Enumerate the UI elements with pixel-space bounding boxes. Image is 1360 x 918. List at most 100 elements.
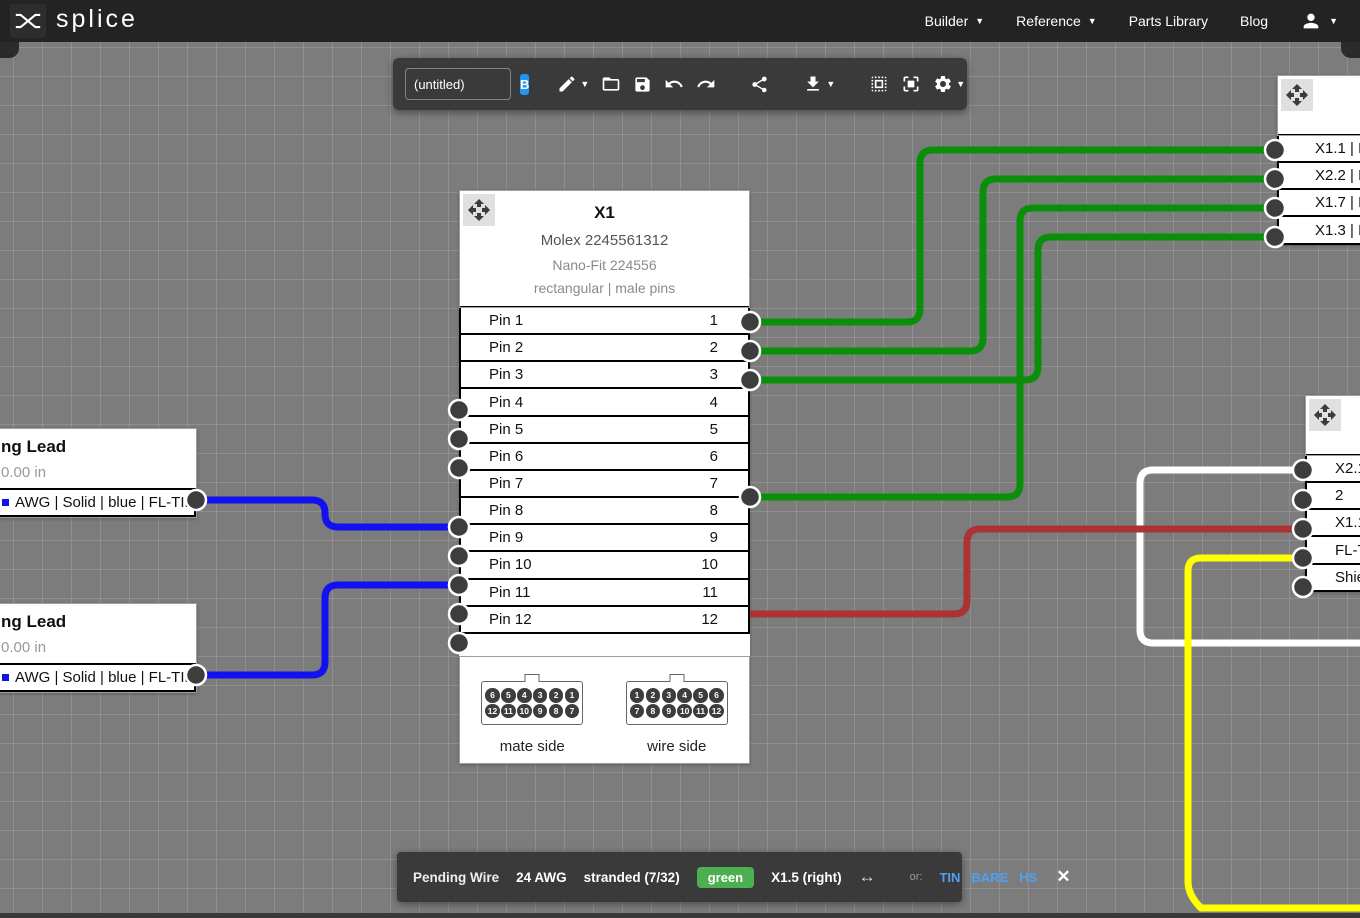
pin-dot[interactable] [449,604,469,624]
pin-dot[interactable] [449,517,469,537]
pin-dot[interactable] [1265,169,1285,189]
option-bare[interactable]: BARE [971,870,1008,885]
pin-dot[interactable] [449,400,469,420]
connector-key-tab [669,674,684,682]
pin-row[interactable]: Pin 11 [459,306,750,335]
harness-title-input[interactable] [405,68,511,100]
net-rows: X2.1 |2X1.1 |FL-TINShield [1305,454,1360,592]
pin-dot[interactable] [1293,490,1313,510]
schematic-canvas[interactable]: B ▼ ▼ [0,42,1360,918]
gear-icon [933,74,953,94]
cavity-6: 6 [485,688,500,703]
pin-row[interactable]: Pin 55 [459,415,750,444]
cavity-6: 6 [709,688,724,703]
lead-length: 0.00 in [0,457,196,490]
net-row[interactable]: X1.3 | N/A [1277,215,1360,244]
lead-wire-row[interactable]: AWG | Solid | blue | FL-TIN [0,488,196,517]
undo-button[interactable] [658,66,690,102]
connector-name: X1 [460,191,749,223]
connector-block-x1: X1 Molex 2245561312 Nano-Fit 224556 rect… [459,190,750,764]
pin-dot[interactable] [1293,460,1313,480]
net-row[interactable]: X2.2 | N/A [1277,161,1360,190]
pin-dot[interactable] [449,633,469,653]
pin-dot[interactable] [1265,227,1285,247]
splice-logo[interactable]: splice [0,4,138,38]
redo-button[interactable] [690,66,722,102]
net-row[interactable]: X1.1 | N/A [1277,134,1360,163]
folder-icon [601,74,621,94]
fit-view-button[interactable] [895,66,927,102]
pin-dot[interactable] [449,458,469,478]
pin-dot[interactable] [740,312,760,332]
wire-side-diagram: 123456789101112 [626,681,728,725]
nav-reference[interactable]: Reference▼ [1016,13,1097,29]
edit-button[interactable]: ▼ [551,66,595,102]
wire-endpoint: X1.5 (right) [771,870,842,885]
lead-length: 0.00 in [0,632,196,665]
flying-lead-block-1: ng Lead 0.00 in AWG | Solid | blue | FL-… [0,428,197,518]
connector-block-top-right: X1.1 | N/AX2.2 | N/AX1.7 | N/AX1.3 | N/A [1277,75,1360,245]
pin-row[interactable]: Pin 22 [459,333,750,362]
pin-dot[interactable] [740,370,760,390]
x1-header: X1 Molex 2245561312 Nano-Fit 224556 rect… [459,190,750,308]
pin-dot[interactable] [186,490,206,510]
cavity-5: 5 [693,688,708,703]
block-header [1277,75,1360,136]
pin-dot[interactable] [1293,577,1313,597]
person-icon [1300,10,1322,32]
move-handle[interactable] [463,194,495,226]
pin-row[interactable]: Pin 1212 [459,605,750,634]
share-button[interactable] [744,66,775,102]
pin-dot[interactable] [1265,198,1285,218]
cavity-3: 3 [533,688,548,703]
select-all-button[interactable] [863,66,895,102]
nav-builder[interactable]: Builder▼ [925,13,985,29]
pin-row[interactable]: Pin 66 [459,442,750,471]
pin-row[interactable]: Pin 77 [459,469,750,498]
pin-row[interactable]: Pin 33 [459,360,750,389]
pin-dot[interactable] [740,487,760,507]
connector-mpn: Molex 2245561312 [460,232,749,249]
move-handle[interactable] [1281,79,1313,111]
close-icon[interactable]: ✕ [1056,867,1070,887]
pin-row[interactable]: Pin 1111 [459,578,750,607]
save-button[interactable] [627,66,658,102]
settings-button[interactable]: ▼ [927,66,971,102]
chevron-down-icon: ▼ [956,79,965,89]
pin-row[interactable]: Pin 1010 [459,550,750,579]
pin-dot[interactable] [1293,519,1313,539]
cavity-10: 10 [517,704,532,719]
pin-row[interactable]: Pin 99 [459,523,750,552]
beta-badge[interactable]: B [520,74,529,95]
pin-dot[interactable] [1293,548,1313,568]
pin-dot[interactable] [186,665,206,685]
nav-parts-library[interactable]: Parts Library [1129,13,1208,29]
connector-desc: rectangular | male pins [460,280,749,296]
pin-row[interactable]: Pin 88 [459,496,750,525]
open-button[interactable] [595,66,627,102]
pin-dot[interactable] [1265,140,1285,160]
option-hs[interactable]: HS [1019,870,1037,885]
download-button[interactable]: ▼ [797,66,841,102]
flying-lead-block-2: ng Lead 0.00 in AWG | Solid | blue | FL-… [0,603,197,693]
wire-stranding: stranded (7/32) [584,870,680,885]
net-row[interactable]: X1.7 | N/A [1277,188,1360,217]
move-handle[interactable] [1309,399,1341,431]
connector-views: 654321121110987 mate side 12345678910111… [459,656,750,764]
logo-wordmark: splice [56,5,138,34]
pin-dot[interactable] [740,341,760,361]
pending-wire-label: Pending Wire [413,870,499,885]
pin-dot[interactable] [449,575,469,595]
pin-row[interactable]: Pin 44 [459,387,750,416]
cavity-1: 1 [565,688,580,703]
cavity-9: 9 [662,704,677,719]
pin-dot[interactable] [449,546,469,566]
fit-view-icon [901,74,921,94]
nav-blog[interactable]: Blog [1240,13,1268,29]
option-tin[interactable]: TIN [939,870,960,885]
account-menu[interactable]: ▼ [1300,10,1338,32]
lead-title: ng Lead [0,429,196,457]
lead-wire-row[interactable]: AWG | Solid | blue | FL-TIN [0,663,196,692]
pin-dot[interactable] [449,429,469,449]
swap-side-icon[interactable]: ↔ [859,867,876,887]
